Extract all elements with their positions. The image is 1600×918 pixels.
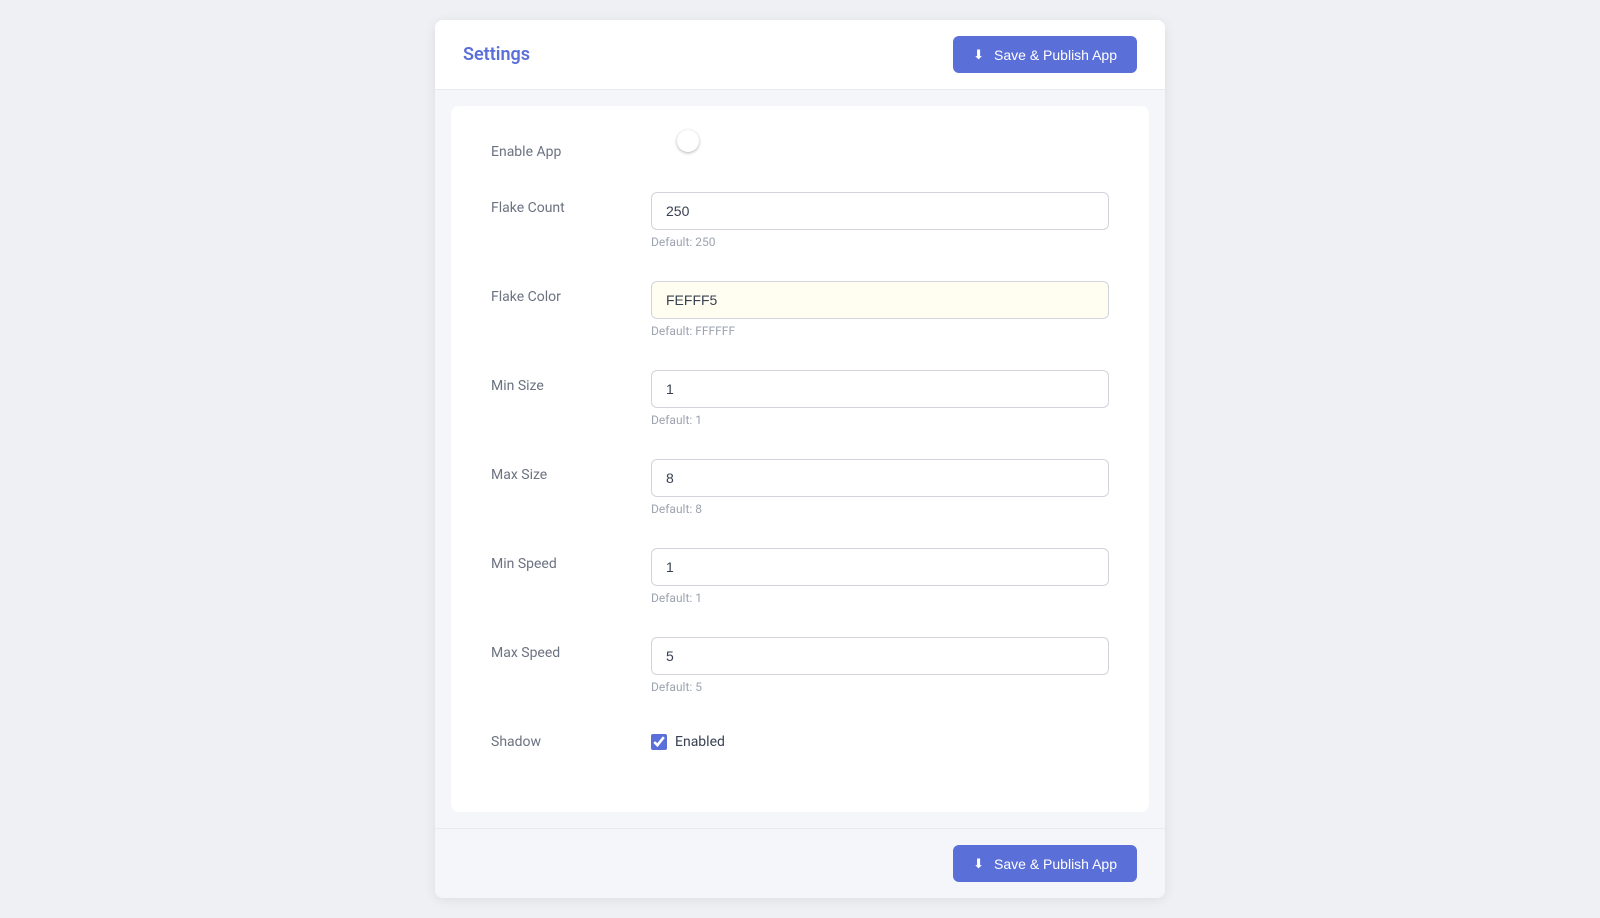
max-size-input[interactable] — [651, 459, 1109, 497]
page-title: Settings — [463, 44, 530, 65]
flake-count-control: Default: 250 — [651, 192, 1109, 249]
flake-count-row: Flake Count Default: 250 — [491, 192, 1109, 249]
enable-app-row: Enable App — [491, 136, 1109, 160]
min-speed-hint: Default: 1 — [651, 591, 1109, 605]
flake-count-label: Flake Count — [491, 192, 651, 216]
flake-color-label: Flake Color — [491, 281, 651, 305]
shadow-row: Shadow Enabled — [491, 726, 1109, 750]
max-speed-label: Max Speed — [491, 637, 651, 661]
min-speed-control: Default: 1 — [651, 548, 1109, 605]
max-size-row: Max Size Default: 8 — [491, 459, 1109, 516]
content-area: Enable App Flake Count Default: 250 Flak… — [451, 106, 1149, 812]
footer: Save & Publish App — [435, 828, 1165, 898]
shadow-checkbox[interactable] — [651, 734, 667, 750]
shadow-checkbox-wrapper: Enabled — [651, 726, 1109, 750]
flake-color-input[interactable] — [651, 281, 1109, 319]
settings-page: Settings Save & Publish App Enable App F… — [435, 20, 1165, 898]
header: Settings Save & Publish App — [435, 20, 1165, 90]
enable-app-control — [651, 136, 1109, 155]
max-size-control: Default: 8 — [651, 459, 1109, 516]
shadow-control: Enabled — [651, 726, 1109, 750]
enable-app-label: Enable App — [491, 136, 651, 160]
toggle-thumb — [677, 130, 699, 152]
flake-color-row: Flake Color Default: FFFFFF — [491, 281, 1109, 338]
max-speed-row: Max Speed Default: 5 — [491, 637, 1109, 694]
save-publish-button-bottom[interactable]: Save & Publish App — [953, 845, 1137, 882]
min-size-input[interactable] — [651, 370, 1109, 408]
min-size-row: Min Size Default: 1 — [491, 370, 1109, 427]
shadow-checkbox-label: Enabled — [675, 734, 725, 750]
save-publish-label-top: Save & Publish App — [994, 47, 1117, 63]
flake-count-hint: Default: 250 — [651, 235, 1109, 249]
max-size-label: Max Size — [491, 459, 651, 483]
save-publish-button-top[interactable]: Save & Publish App — [953, 36, 1137, 73]
download-icon-bottom — [973, 855, 988, 872]
max-size-hint: Default: 8 — [651, 502, 1109, 516]
flake-color-hint: Default: FFFFFF — [651, 324, 1109, 338]
flake-color-control: Default: FFFFFF — [651, 281, 1109, 338]
flake-count-input[interactable] — [651, 192, 1109, 230]
download-icon-top — [973, 46, 988, 63]
max-speed-input[interactable] — [651, 637, 1109, 675]
min-speed-row: Min Speed Default: 1 — [491, 548, 1109, 605]
min-size-label: Min Size — [491, 370, 651, 394]
max-speed-hint: Default: 5 — [651, 680, 1109, 694]
min-speed-input[interactable] — [651, 548, 1109, 586]
max-speed-control: Default: 5 — [651, 637, 1109, 694]
min-size-hint: Default: 1 — [651, 413, 1109, 427]
save-publish-label-bottom: Save & Publish App — [994, 856, 1117, 872]
min-size-control: Default: 1 — [651, 370, 1109, 427]
shadow-label: Shadow — [491, 726, 651, 750]
min-speed-label: Min Speed — [491, 548, 651, 572]
